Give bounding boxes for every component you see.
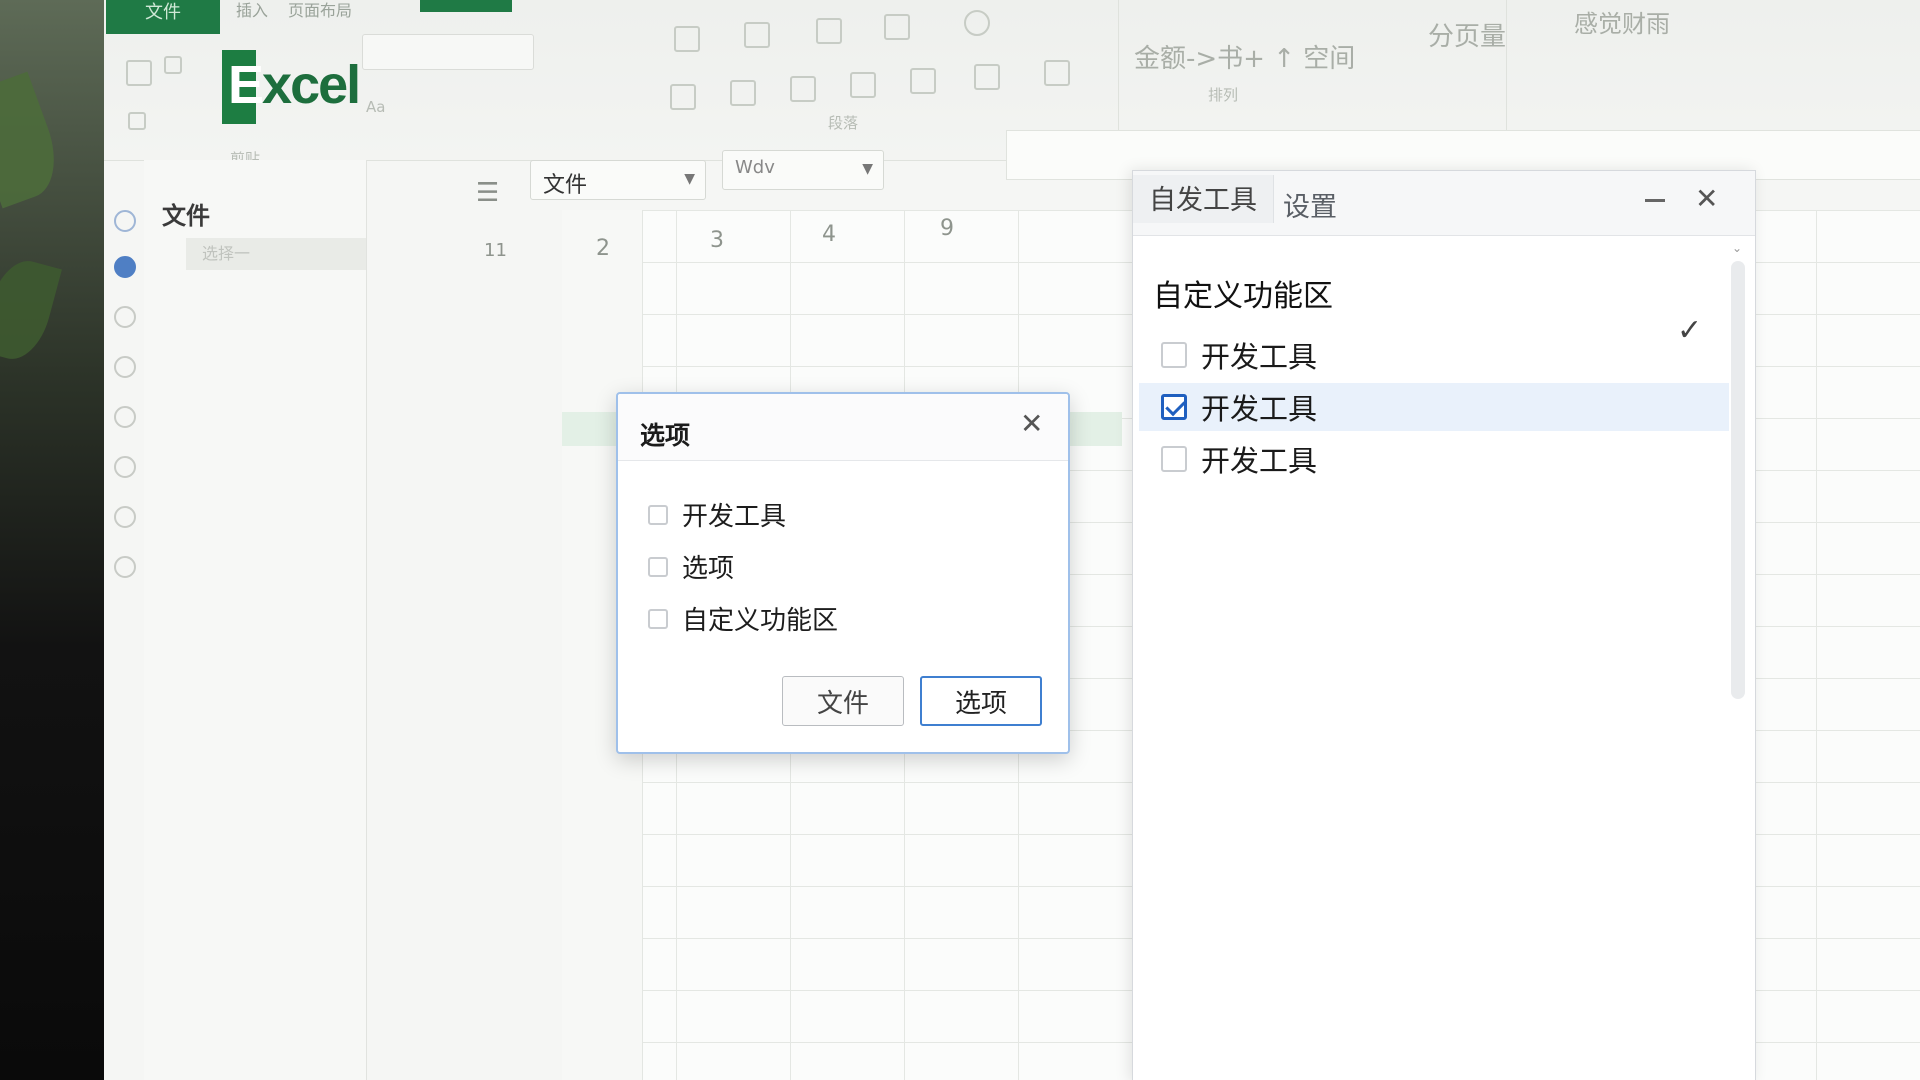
tab-settings[interactable]: 设置 [1283,185,1337,233]
file-tab[interactable]: 文件 [106,0,220,34]
list-icon[interactable] [910,68,936,94]
column-header[interactable]: 4 [822,222,836,247]
tab-developer[interactable]: 自发工具 [1133,175,1274,223]
chevron-down-icon: ▼ [862,161,873,177]
panel-option[interactable]: 开发工具 [1139,435,1729,483]
copy-icon[interactable] [164,56,182,74]
panel-option[interactable]: 开发工具 [1139,331,1729,379]
chevron-down-icon[interactable]: ⌄ [1732,241,1742,255]
customize-panel: 自发工具 设置 ✕ ⌄ 自定义功能区 ✓ 开发工具 开发工具 开发工具 [1132,170,1756,1080]
column-header[interactable]: 9 [940,216,954,241]
dialog-option[interactable]: 自定义功能区 [648,600,838,637]
spacing-text: 金额->书+ ↑ 空间 [1134,44,1356,74]
settings-icon[interactable] [114,556,136,578]
align-left-icon[interactable] [674,26,700,52]
panel-scrollbar[interactable] [1731,261,1745,699]
checkbox-checked[interactable] [1161,394,1187,420]
close-icon[interactable]: ✕ [1695,185,1718,213]
align-right-icon[interactable] [816,18,842,44]
checkbox[interactable] [1161,342,1187,368]
group-label-paragraph: 段落 [828,114,859,132]
excel-logo: Excel [222,50,361,124]
option-label: 开发工具 [682,502,787,532]
new-icon[interactable] [114,256,136,278]
section-title: 自定义功能区 [1153,279,1333,314]
wrap-icon[interactable] [964,10,990,36]
share-icon[interactable] [114,406,136,428]
excel-window: 文件 插入 页面布局 Excel Aa 剪贴 段落 金额->书+ ↑ 空间 排列… [104,0,1920,1080]
dialog-option[interactable]: 开发工具 [648,496,786,533]
recent-icon[interactable] [114,356,136,378]
chevron-down-icon: ▼ [684,171,695,187]
font-size-hint: Aa [366,98,386,116]
file-combo-value: 文件 [543,173,588,198]
filter-icon[interactable] [1044,60,1070,86]
option-label: 开发工具 [1201,340,1318,374]
dialog-option[interactable]: 选项 [648,548,734,585]
options-button[interactable]: 选项 [920,676,1042,726]
font-combo[interactable]: Wdv ▼ [722,150,884,190]
home-icon[interactable] [114,210,136,232]
options-dialog: 选项 ✕ 开发工具 选项 自定义功能区 文件 选项 [616,392,1070,754]
format-painter-icon[interactable] [128,112,146,130]
dialog-title: 选项 [640,421,691,450]
shade-icon[interactable] [850,72,876,98]
checkbox[interactable] [1161,446,1187,472]
export-icon[interactable] [114,506,136,528]
group-paragraph: 段落 [544,0,1119,132]
file-button[interactable]: 文件 [782,676,904,726]
minimize-icon[interactable] [1645,199,1665,202]
panel-option-selected[interactable]: 开发工具 [1139,383,1729,431]
checkbox[interactable] [648,556,668,577]
tab-insert[interactable]: 插入 [236,0,268,22]
paste-icon[interactable] [126,60,152,86]
font-name-field[interactable] [362,34,534,70]
indent-icon[interactable] [670,84,696,110]
row-marker: 11 [484,240,507,261]
left-rail [104,160,144,1080]
border-icon[interactable] [790,76,816,102]
menu-icon[interactable]: ☰ [476,178,499,208]
option-label: 开发工具 [1201,444,1318,478]
outdent-icon[interactable] [730,80,756,106]
column-header[interactable]: 2 [596,236,610,261]
checkbox[interactable] [648,504,668,525]
page-break-text[interactable]: 分页量 [1428,16,1506,53]
open-icon[interactable] [114,306,136,328]
navigation-pane [144,160,367,1080]
group-label-arrange: 排列 [1208,86,1239,104]
print-icon[interactable] [114,456,136,478]
align-center-icon[interactable] [744,22,770,48]
close-icon[interactable]: ✕ [1020,410,1043,438]
tab-page-layout[interactable]: 页面布局 [288,0,352,22]
justify-icon[interactable] [884,14,910,40]
checkbox[interactable] [648,608,668,629]
sort-icon[interactable] [974,64,1000,90]
ribbon-right-text: 感觉财雨 [1574,10,1670,38]
nav-item[interactable]: 选择一 [186,238,366,270]
file-combo[interactable]: 文件 ▼ [530,160,706,200]
logo-wordmark: Excel [228,55,361,115]
option-label: 开发工具 [1201,392,1318,426]
nav-header[interactable]: 文件 [162,196,210,231]
active-tab-indicator [420,0,512,12]
column-header[interactable]: 3 [710,228,724,253]
panel-tab-strip: 自发工具 设置 ✕ [1133,171,1755,236]
option-label: 选项 [682,554,735,584]
option-label: 自定义功能区 [682,606,839,636]
font-combo-value: Wdv [735,157,775,178]
